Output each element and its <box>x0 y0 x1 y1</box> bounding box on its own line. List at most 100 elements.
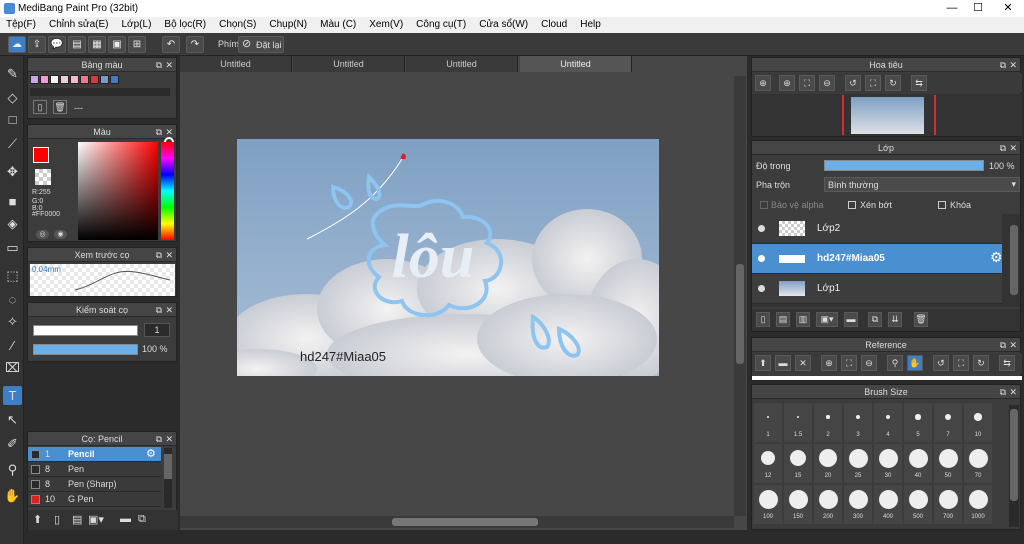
zoom-out-icon[interactable]: ⊖ <box>819 75 835 91</box>
brush-size-cell[interactable]: 5 <box>904 403 932 442</box>
folder-icon[interactable]: ▬ <box>844 312 858 327</box>
redo-icon[interactable]: ↷ <box>186 36 204 53</box>
close-icon[interactable]: ✕ <box>165 58 173 72</box>
fit-icon[interactable]: ⛶ <box>799 75 815 91</box>
upload-icon[interactable]: ⇪ <box>28 36 46 53</box>
menu-layer[interactable]: Lớp(L) <box>116 17 159 33</box>
brush-opacity-slider[interactable] <box>33 344 138 355</box>
clipping-checkbox[interactable] <box>848 201 856 209</box>
close-icon[interactable]: ✕ <box>1009 141 1017 155</box>
layer-scrollbar[interactable] <box>1010 225 1018 295</box>
menu-capture[interactable]: Chụp(N) <box>263 17 314 33</box>
horizontal-scrollbar[interactable] <box>180 516 734 528</box>
float-icon[interactable]: ⧉ <box>156 58 162 72</box>
zoom-in-icon[interactable]: ⊕ <box>755 75 771 91</box>
lock-checkbox[interactable] <box>938 201 946 209</box>
palette-swatch[interactable] <box>80 75 89 84</box>
move-tool-icon[interactable]: ✥ <box>3 162 22 181</box>
new-brush-icon[interactable]: ▯ <box>54 513 60 526</box>
float-icon[interactable]: ⧉ <box>1000 338 1006 352</box>
transparent-color-swatch[interactable] <box>35 169 51 185</box>
close-icon[interactable]: ✕ <box>1009 385 1017 399</box>
foreground-color-swatch[interactable] <box>33 147 49 163</box>
gear-icon[interactable]: ⚙ <box>146 447 156 460</box>
blend-mode-select[interactable]: Bình thường ▾ <box>824 177 1020 192</box>
visibility-icon[interactable] <box>758 255 765 262</box>
fill-shape-tool-icon[interactable]: ■ <box>3 192 22 211</box>
brush-size-cell[interactable]: 1000 <box>964 485 992 524</box>
tab-untitled-1[interactable]: Untitled <box>180 56 292 72</box>
zoom-in-icon[interactable]: ⊕ <box>821 355 837 371</box>
tab-untitled-4[interactable]: Untitled <box>520 56 632 72</box>
select-eraser-tool-icon[interactable]: ⌧ <box>3 358 22 377</box>
divide-tool-icon[interactable]: ✐ <box>3 434 22 453</box>
float-icon[interactable]: ⧉ <box>1000 141 1006 155</box>
rotate-right-icon[interactable]: ↻ <box>973 355 989 371</box>
color-settings-icon[interactable]: ◉ <box>54 230 67 239</box>
duplicate-icon[interactable]: ⧉ <box>138 513 146 526</box>
hand-icon[interactable]: ✋ <box>907 355 923 371</box>
brush-size-cell[interactable]: 4 <box>874 403 902 442</box>
palette-swatch[interactable] <box>110 75 119 84</box>
delete-palette-icon[interactable]: 🗑 <box>53 100 67 114</box>
dot-tool-icon[interactable]: ⟋ <box>3 134 22 153</box>
cloud-brush-icon[interactable]: ⬆ <box>33 513 42 526</box>
brush-size-cell[interactable]: 50 <box>934 444 962 483</box>
brush-size-cell[interactable]: 500 <box>904 485 932 524</box>
vertical-scrollbar[interactable] <box>734 76 746 516</box>
flip-icon[interactable]: ⇆ <box>911 75 927 91</box>
new-halftone-layer-icon[interactable]: ▤ <box>776 312 790 327</box>
brush-size-cell[interactable]: 700 <box>934 485 962 524</box>
brush-list-item[interactable]: 10 G Pen <box>28 492 161 507</box>
brush-tool-icon[interactable]: ✎ <box>3 64 22 83</box>
float-icon[interactable]: ⧉ <box>1000 385 1006 399</box>
eyedropper-icon[interactable]: ⚲ <box>887 355 903 371</box>
open-folder-icon[interactable]: ▬ <box>775 355 791 371</box>
brush-size-value[interactable]: 1 <box>144 323 170 337</box>
brush-size-cell[interactable]: 1.5 <box>784 403 812 442</box>
menu-edit[interactable]: Chỉnh sửa(E) <box>43 17 116 33</box>
visibility-icon[interactable] <box>758 225 765 232</box>
brush-size-cell[interactable]: 200 <box>814 485 842 524</box>
add-brush-icon[interactable]: ▣▾ <box>88 513 104 526</box>
layer-row[interactable]: Lớp1 <box>752 274 1002 304</box>
document-icon[interactable]: ▦ <box>88 36 106 53</box>
hand-tool-icon[interactable]: ✋ <box>3 486 22 505</box>
brush-size-cell[interactable]: 25 <box>844 444 872 483</box>
undo-icon[interactable]: ↶ <box>162 36 180 53</box>
layer-row[interactable]: Lớp2 <box>752 214 1002 244</box>
brush-size-cell[interactable]: 10 <box>964 403 992 442</box>
close-window-button[interactable]: ✕ <box>996 0 1020 17</box>
delete-layer-icon[interactable]: 🗑 <box>914 312 928 327</box>
new-palette-icon[interactable]: ▯ <box>33 100 47 114</box>
grid-icon[interactable]: ⊞ <box>128 36 146 53</box>
brush-size-cell[interactable]: 1 <box>754 403 782 442</box>
menu-filter[interactable]: Bộ lọc(R) <box>158 17 213 33</box>
actual-size-icon[interactable]: ⛶ <box>953 355 969 371</box>
flip-icon[interactable]: ⇆ <box>999 355 1015 371</box>
brush-size-cell[interactable]: 300 <box>844 485 872 524</box>
text-tool-icon[interactable]: T <box>3 386 22 405</box>
gradient-tool-icon[interactable]: ▭ <box>3 238 22 257</box>
brush-size-cell[interactable]: 12 <box>754 444 782 483</box>
copy-brush-icon[interactable]: ▤ <box>72 513 82 526</box>
brush-size-cell[interactable]: 7 <box>934 403 962 442</box>
close-reference-icon[interactable]: ✕ <box>795 355 811 371</box>
menu-color[interactable]: Màu (C) <box>314 17 363 33</box>
brush-size-cell[interactable]: 70 <box>964 444 992 483</box>
gallery-icon[interactable]: ▣ <box>108 36 126 53</box>
brush-size-cell[interactable]: 100 <box>754 485 782 524</box>
eyedropper-tool-icon[interactable]: ⚲ <box>3 460 22 479</box>
zoom-out-icon[interactable]: ⊖ <box>861 355 877 371</box>
palette-swatch[interactable] <box>60 75 69 84</box>
color-saturation-field[interactable] <box>78 142 158 240</box>
menu-select[interactable]: Chọn(S) <box>213 17 263 33</box>
cloud-upload-icon[interactable]: ⬆ <box>755 355 771 371</box>
cloud-icon[interactable]: ☁ <box>8 36 26 53</box>
float-icon[interactable]: ⧉ <box>156 125 162 139</box>
layer-opacity-slider[interactable] <box>824 160 984 171</box>
add-layer-menu-icon[interactable]: ▣▾ <box>816 312 838 327</box>
zoom-in-icon[interactable]: ⊕ <box>779 75 795 91</box>
lasso-tool-icon[interactable]: ◌ <box>3 290 22 309</box>
new-1bit-layer-icon[interactable]: ▥ <box>796 312 810 327</box>
